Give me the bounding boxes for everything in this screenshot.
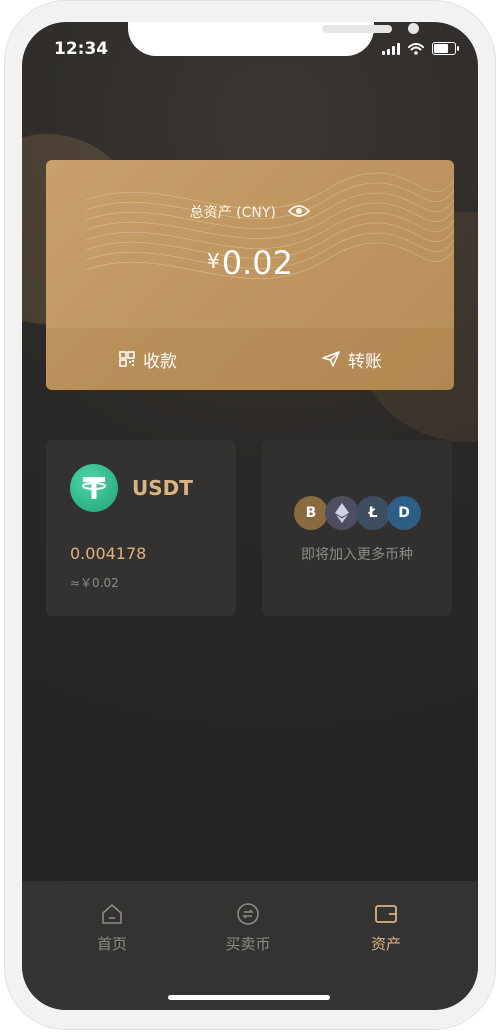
tab-home[interactable]: 首页	[52, 901, 172, 954]
bitcoin-icon: B	[294, 496, 328, 530]
coin-icons-stack: B Ł D	[294, 496, 424, 532]
status-time: 12:34	[54, 39, 109, 59]
ethereum-icon	[325, 496, 359, 530]
front-camera	[408, 23, 419, 34]
receive-button[interactable]: 收款	[46, 328, 250, 390]
currency-symbol: ¥	[207, 249, 220, 273]
tether-icon	[70, 464, 118, 512]
eye-icon[interactable]	[288, 204, 311, 222]
wifi-icon	[408, 42, 424, 55]
litecoin-icon: Ł	[356, 496, 390, 530]
transfer-button[interactable]: 转账	[250, 328, 454, 390]
coin-balance: 0.004178	[70, 544, 147, 563]
coin-symbol: USDT	[132, 476, 193, 500]
exchange-icon	[188, 901, 308, 927]
more-coins-text: 即将加入更多币种	[301, 547, 413, 563]
card-actions: 收款 转账	[46, 327, 454, 390]
usdt-coin-card[interactable]: USDT 0.004178 ≈￥0.02	[46, 440, 236, 616]
home-icon	[52, 901, 172, 927]
dash-icon: D	[387, 496, 421, 530]
tab-assets[interactable]: 资产	[326, 901, 446, 954]
qr-code-icon	[119, 351, 135, 367]
more-coins-card: B Ł D 即将加入更多币种	[262, 440, 452, 616]
battery-icon	[432, 42, 459, 55]
app-screen: 12:34 总资产 (CNY) ¥0.02 收款 转账 USDT 0.00417…	[22, 22, 478, 1010]
speaker-grille	[322, 25, 392, 33]
total-assets-amount: ¥0.02	[46, 244, 454, 282]
bottom-tab-bar: 首页 买卖币 资产	[22, 881, 478, 1010]
cellular-signal-icon	[382, 42, 400, 55]
status-icons	[382, 42, 459, 55]
tab-assets-label: 资产	[370, 935, 401, 953]
send-icon	[322, 351, 340, 367]
wallet-icon	[326, 901, 446, 927]
coin-value-cny: ≈￥0.02	[70, 576, 119, 590]
receive-label: 收款	[143, 351, 177, 372]
amount-value: 0.02	[221, 244, 293, 282]
device-notch	[128, 22, 419, 56]
home-indicator	[168, 995, 330, 1000]
tab-trade[interactable]: 买卖币	[188, 901, 308, 954]
total-assets-label-text: 总资产 (CNY)	[189, 205, 276, 221]
total-assets-label: 总资产 (CNY)	[46, 202, 454, 222]
tab-trade-label: 买卖币	[225, 935, 271, 953]
tab-home-label: 首页	[96, 935, 127, 953]
transfer-label: 转账	[348, 351, 382, 372]
total-assets-card: 总资产 (CNY) ¥0.02 收款 转账	[46, 160, 454, 390]
